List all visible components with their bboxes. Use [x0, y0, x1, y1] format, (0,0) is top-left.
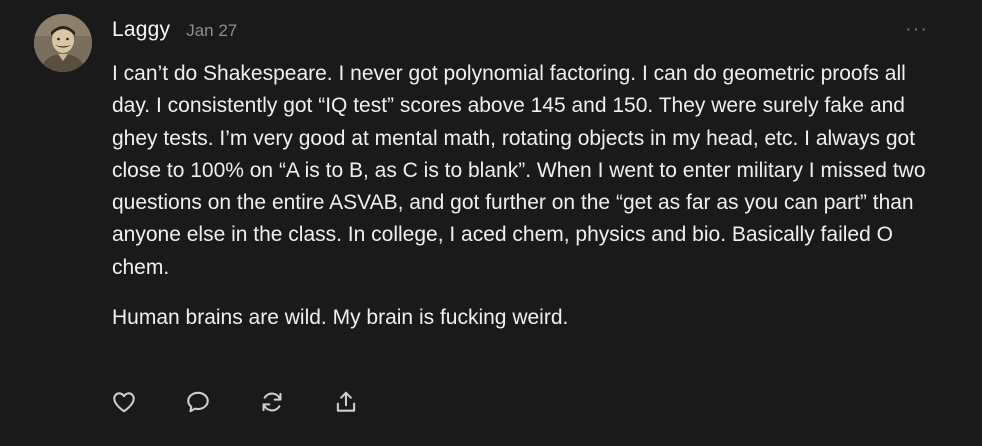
author-name[interactable]: Laggy: [112, 18, 170, 42]
avatar[interactable]: [34, 14, 92, 72]
share-button[interactable]: [332, 388, 360, 416]
comment-icon: [187, 391, 209, 413]
post-paragraph: I can’t do Shakespeare. I never got poly…: [112, 62, 926, 279]
post-paragraph: Human brains are wild. My brain is fucki…: [112, 306, 569, 330]
heart-icon: [113, 392, 135, 413]
ellipsis-icon: ···: [905, 18, 928, 40]
restack-button[interactable]: [258, 388, 286, 416]
post-body: I can’t do Shakespeare. I never got poly…: [112, 58, 947, 334]
note-post: Laggy Jan 27 ··· I can’t do Shakespeare.…: [0, 0, 982, 446]
restack-icon: [262, 392, 282, 412]
avatar-image: [34, 14, 92, 72]
more-options-button[interactable]: ···: [905, 19, 928, 39]
post-date[interactable]: Jan 27: [186, 21, 237, 41]
post-header: Laggy Jan 27: [112, 18, 237, 46]
comment-button[interactable]: [184, 388, 212, 416]
share-icon: [336, 391, 356, 412]
action-bar: [110, 388, 360, 416]
like-button[interactable]: [110, 388, 138, 416]
